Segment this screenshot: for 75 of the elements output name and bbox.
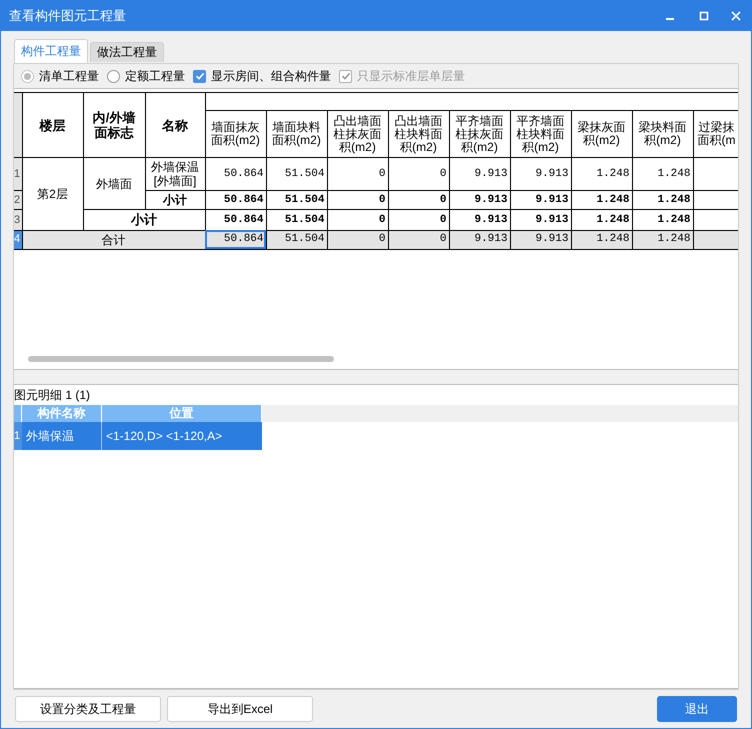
- table-cell[interactable]: <1-120,D> <1-120,A>: [102, 422, 262, 450]
- table-cell-text: 第2层: [36, 186, 69, 203]
- table-cell-text: 50.864: [222, 232, 264, 248]
- table-cell-text: 51.504: [284, 212, 326, 228]
- row-number: 4: [14, 232, 22, 248]
- option-label: 清单工程量: [39, 68, 99, 85]
- option-label: 只显示标准层单层量: [357, 68, 465, 85]
- table-cell-text: 1.248: [595, 192, 630, 208]
- maximize-icon[interactable]: [699, 11, 709, 21]
- table-cell-text: 9.913: [534, 232, 570, 248]
- table-cell-text: 小计: [130, 211, 158, 229]
- table-cell-text: 合计: [100, 232, 126, 248]
- column-header: 名称: [160, 118, 189, 132]
- action-button[interactable]: 导出到Excel: [167, 696, 313, 722]
- column-header: 构件名称: [22, 405, 102, 422]
- table-cell-text: 0: [378, 232, 386, 248]
- corner-cell: [14, 405, 22, 422]
- table-cell-text: 9.913: [534, 212, 570, 228]
- window-title: 查看构件图元工程量: [9, 7, 127, 26]
- column-header: 过梁抹面积(m: [696, 121, 737, 147]
- table-cell-text: 小计: [162, 192, 188, 209]
- table-cell-text: 1.248: [595, 166, 630, 182]
- table-cell-text: 9.913: [534, 192, 570, 208]
- table-cell-text: 0: [378, 166, 386, 182]
- column-header: 平齐墙面柱块料面积(m2): [516, 114, 566, 154]
- table-cell-text: 1.248: [595, 232, 630, 248]
- table-cell-text: 外墙面: [95, 176, 133, 192]
- table-cell-text: 9.913: [534, 166, 570, 182]
- table-cell-text: 1.248: [595, 212, 630, 228]
- tab[interactable]: 构件工程量: [14, 39, 88, 63]
- column-header: 凸出墙面柱块料面积(m2): [394, 114, 444, 154]
- tab[interactable]: 做法工程量: [90, 42, 164, 62]
- table-cell-text: 1.248: [656, 212, 692, 228]
- table-cell-text: 0: [438, 232, 448, 248]
- row-number: 1: [14, 422, 22, 450]
- table-cell-text: 50.864: [222, 212, 264, 228]
- row-number: 2: [14, 192, 22, 208]
- table-cell-text: 1.248: [656, 192, 692, 208]
- table-cell-text: 0: [438, 166, 448, 182]
- column-header: 位置: [102, 405, 262, 422]
- row-number: 1: [14, 166, 22, 182]
- table-cell-text: 1.248: [656, 166, 692, 182]
- table-cell[interactable]: 外墙保温: [22, 422, 102, 450]
- action-button[interactable]: 退出: [657, 696, 737, 722]
- column-header: 凸出墙面柱抹灰面积(m2): [332, 114, 382, 154]
- option-label: 显示房间、组合构件量: [211, 68, 331, 85]
- horizontal-scrollbar[interactable]: [28, 356, 334, 362]
- table-cell-text: 外墙保温[外墙面]: [150, 160, 200, 188]
- table-cell-text: 9.913: [473, 232, 508, 248]
- table-cell-text: 9.913: [473, 166, 508, 182]
- table-cell-text: 0: [438, 192, 448, 208]
- action-button[interactable]: 设置分类及工程量: [15, 696, 161, 722]
- column-header: 墙面抹灰面积(m2): [210, 121, 261, 147]
- close-icon[interactable]: [731, 11, 741, 21]
- table-cell-text: 1.248: [656, 232, 692, 248]
- radio-button[interactable]: [107, 70, 120, 82]
- table-cell-text: 9.913: [473, 212, 508, 228]
- table-cell-text: 0: [378, 212, 386, 228]
- column-header: 楼层: [38, 118, 66, 132]
- table-cell-text: 50.864: [222, 192, 264, 208]
- checkbox[interactable]: [193, 70, 206, 82]
- column-header: 平齐墙面柱抹灰面积(m2): [454, 114, 504, 154]
- option-label: 定额工程量: [125, 68, 185, 85]
- column-header: 墙面块料面积(m2): [271, 121, 322, 147]
- table-cell-text: 51.504: [284, 166, 326, 182]
- table-cell-text: 9.913: [473, 192, 508, 208]
- row-number: 3: [14, 212, 22, 228]
- table-cell-text: 0: [438, 212, 448, 228]
- column-header: 梁块料面积(m2): [638, 121, 688, 147]
- table-cell-text: 0: [378, 192, 386, 208]
- column-header: 内/外墙面标志: [92, 110, 136, 140]
- column-header: 梁抹灰面积(m2): [576, 121, 626, 147]
- table-cell-text: 51.504: [284, 192, 326, 208]
- table-cell-text: 50.864: [222, 166, 264, 182]
- table-cell-text: 51.504: [284, 232, 326, 248]
